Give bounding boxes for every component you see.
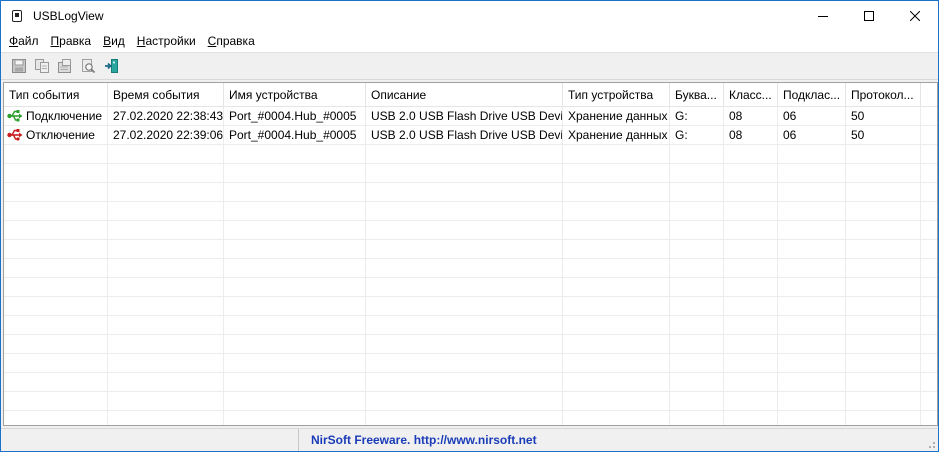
cell-protocol: 50	[846, 107, 921, 126]
cell-device-name: Port_#0004.Hub_#0005	[224, 107, 366, 126]
exit-button[interactable]	[99, 55, 122, 77]
maximize-icon	[864, 11, 874, 21]
status-panel-count	[1, 429, 299, 451]
close-button[interactable]	[892, 1, 938, 31]
menu-view[interactable]: Вид	[97, 31, 131, 52]
properties-icon	[57, 59, 71, 73]
find-icon	[81, 59, 95, 74]
toolbar	[1, 52, 938, 80]
cell-drive-letter: G:	[670, 107, 724, 126]
menu-help[interactable]: Справка	[202, 31, 261, 52]
cell-subclass: 06	[778, 126, 846, 145]
column-header-protocol[interactable]: Протокол...	[846, 83, 921, 107]
app-icon[interactable]	[9, 8, 25, 24]
resize-grip-icon[interactable]	[926, 439, 936, 449]
save-button[interactable]	[7, 55, 30, 77]
window-title: USBLogView	[33, 9, 104, 23]
copy-icon	[34, 59, 49, 73]
copy-button[interactable]	[30, 55, 53, 77]
empty-row	[4, 373, 937, 392]
table-row[interactable]: Отключение 27.02.2020 22:39:06 Port_#000…	[4, 126, 937, 145]
cell-description: USB 2.0 USB Flash Drive USB Device	[366, 126, 563, 145]
column-header-device-type[interactable]: Тип устройства	[563, 83, 670, 107]
usb-events-table[interactable]: Тип события Время события Имя устройства…	[3, 82, 938, 426]
column-header-class[interactable]: Класс...	[724, 83, 778, 107]
menu-bar: Файл Правка Вид Настройки Справка	[1, 31, 938, 52]
cell-event-time: 27.02.2020 22:39:06	[108, 126, 224, 145]
cell-description: USB 2.0 USB Flash Drive USB Device	[366, 107, 563, 126]
cell-protocol: 50	[846, 126, 921, 145]
cell-subclass: 06	[778, 107, 846, 126]
app-window: USBLogView Файл Правка Вид Настройки Спр…	[0, 0, 939, 452]
menu-options[interactable]: Настройки	[131, 31, 202, 52]
cell-filler	[921, 107, 937, 126]
cell-class: 08	[724, 126, 778, 145]
cell-device-type: Хранение данных	[563, 107, 670, 126]
column-header-event-type[interactable]: Тип события	[4, 83, 108, 107]
empty-row	[4, 411, 937, 425]
empty-row	[4, 316, 937, 335]
column-header-drive-letter[interactable]: Буква...	[670, 83, 724, 107]
close-icon	[910, 11, 920, 21]
cell-device-name: Port_#0004.Hub_#0005	[224, 126, 366, 145]
maximize-button[interactable]	[846, 1, 892, 31]
column-header-device-name[interactable]: Имя устройства	[224, 83, 366, 107]
save-icon	[11, 59, 26, 73]
empty-row	[4, 392, 937, 411]
empty-row	[4, 145, 937, 164]
menu-edit[interactable]: Правка	[45, 31, 98, 52]
empty-row	[4, 354, 937, 373]
title-bar[interactable]: USBLogView	[1, 1, 938, 31]
column-header-event-time[interactable]: Время события	[108, 83, 224, 107]
nirsoft-link[interactable]: NirSoft Freeware. http://www.nirsoft.net	[299, 429, 537, 451]
column-header-filler	[921, 83, 937, 107]
cell-event-type: Отключение	[4, 126, 108, 145]
empty-row	[4, 335, 937, 354]
status-bar: NirSoft Freeware. http://www.nirsoft.net	[1, 428, 938, 451]
exit-icon	[104, 59, 118, 73]
minimize-button[interactable]	[800, 1, 846, 31]
empty-row	[4, 259, 937, 278]
empty-row	[4, 221, 937, 240]
table-row[interactable]: Подключение 27.02.2020 22:38:43 Port_#00…	[4, 107, 937, 126]
table-header: Тип события Время события Имя устройства…	[4, 83, 937, 107]
cell-event-type: Подключение	[4, 107, 108, 126]
empty-row	[4, 183, 937, 202]
cell-drive-letter: G:	[670, 126, 724, 145]
cell-filler	[921, 126, 937, 145]
empty-row	[4, 202, 937, 221]
cell-event-time: 27.02.2020 22:38:43	[108, 107, 224, 126]
column-header-description[interactable]: Описание	[366, 83, 563, 107]
cell-device-type: Хранение данных	[563, 126, 670, 145]
empty-row	[4, 278, 937, 297]
table-body: Подключение 27.02.2020 22:38:43 Port_#00…	[4, 107, 937, 425]
find-button[interactable]	[76, 55, 99, 77]
empty-row	[4, 164, 937, 183]
minimize-icon	[818, 16, 828, 17]
empty-row	[4, 240, 937, 259]
cell-class: 08	[724, 107, 778, 126]
menu-file[interactable]: Файл	[3, 31, 45, 52]
empty-row	[4, 297, 937, 316]
column-header-subclass[interactable]: Подклас...	[778, 83, 846, 107]
usb-connect-icon	[7, 110, 23, 122]
usb-disconnect-icon	[7, 129, 23, 141]
properties-button[interactable]	[53, 55, 76, 77]
